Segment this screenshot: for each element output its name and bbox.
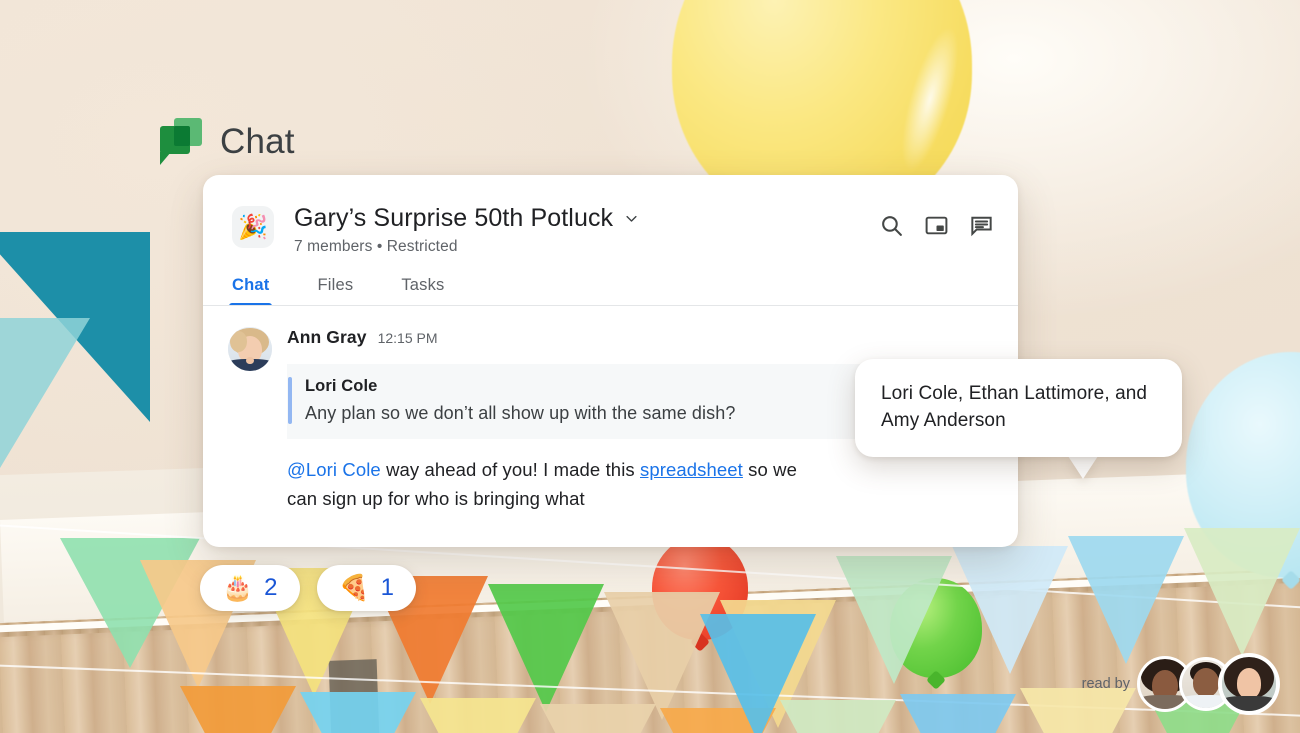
cake-emoji-icon: 🎂 bbox=[222, 573, 254, 602]
pennant bbox=[1068, 536, 1184, 664]
pennant bbox=[420, 698, 536, 733]
reaction-cake[interactable]: 🎂 2 bbox=[200, 565, 300, 611]
quote-text: Any plan so we don’t all show up with th… bbox=[305, 403, 736, 423]
avatar-amy-anderson[interactable] bbox=[1222, 657, 1276, 711]
pennant bbox=[540, 704, 656, 733]
pennant bbox=[836, 556, 952, 684]
reaction-bar: 🎂 2 🍕 1 bbox=[200, 565, 416, 611]
avatar bbox=[228, 327, 272, 371]
reaction-pizza[interactable]: 🍕 1 bbox=[316, 565, 416, 611]
pennant bbox=[952, 546, 1068, 674]
page-title: Chat bbox=[220, 122, 295, 161]
message-text: @Lori Cole way ahead of you! I made this… bbox=[287, 456, 827, 513]
tab-bar: Chat Files Tasks bbox=[203, 256, 1018, 306]
pizza-emoji-icon: 🍕 bbox=[338, 573, 370, 602]
picture-in-picture-icon[interactable] bbox=[924, 213, 949, 238]
google-chat-logo-icon bbox=[160, 118, 202, 166]
tooltip-tail bbox=[1068, 456, 1098, 479]
chat-panel-icon[interactable] bbox=[969, 213, 994, 238]
tab-chat[interactable]: Chat bbox=[228, 276, 273, 306]
tab-files[interactable]: Files bbox=[317, 276, 353, 306]
pennant bbox=[300, 692, 416, 733]
decor-triangle-aqua bbox=[0, 318, 90, 518]
message-timestamp: 12:15 PM bbox=[377, 330, 438, 346]
search-icon[interactable] bbox=[879, 213, 904, 238]
header-actions bbox=[879, 204, 994, 238]
spreadsheet-link[interactable]: spreadsheet bbox=[640, 459, 743, 480]
space-meta: Gary’s Surprise 50th Potluck 7 members •… bbox=[294, 204, 879, 256]
pennant bbox=[1184, 528, 1300, 656]
pennant bbox=[700, 614, 816, 733]
reply-part-1: way ahead of you! I made this bbox=[380, 459, 640, 480]
pennant bbox=[180, 686, 296, 733]
space-title: Gary’s Surprise 50th Potluck bbox=[294, 204, 614, 232]
pennant bbox=[488, 584, 604, 712]
chevron-down-icon[interactable] bbox=[624, 211, 639, 226]
read-receipts[interactable]: read by bbox=[1082, 657, 1276, 711]
reaction-count: 2 bbox=[264, 574, 278, 601]
sender-line: Ann Gray 12:15 PM bbox=[287, 327, 1018, 348]
sender-name: Ann Gray bbox=[287, 327, 367, 347]
space-title-row[interactable]: Gary’s Surprise 50th Potluck bbox=[294, 204, 879, 233]
app-header: Chat bbox=[160, 118, 295, 166]
read-by-label: read by bbox=[1081, 676, 1130, 692]
reaction-count: 1 bbox=[380, 574, 394, 601]
read-receipts-tooltip: Lori Cole, Ethan Lattimore, and Amy Ande… bbox=[855, 359, 1182, 457]
pennant bbox=[900, 694, 1016, 733]
space-header: 🎉 Gary’s Surprise 50th Potluck 7 members… bbox=[203, 175, 1018, 256]
space-avatar: 🎉 bbox=[232, 206, 274, 248]
space-subtitle: 7 members • Restricted bbox=[294, 238, 458, 255]
quote-author: Lori Cole bbox=[305, 377, 378, 395]
tab-tasks[interactable]: Tasks bbox=[401, 276, 444, 306]
mention-lori-cole[interactable]: @Lori Cole bbox=[287, 459, 381, 480]
